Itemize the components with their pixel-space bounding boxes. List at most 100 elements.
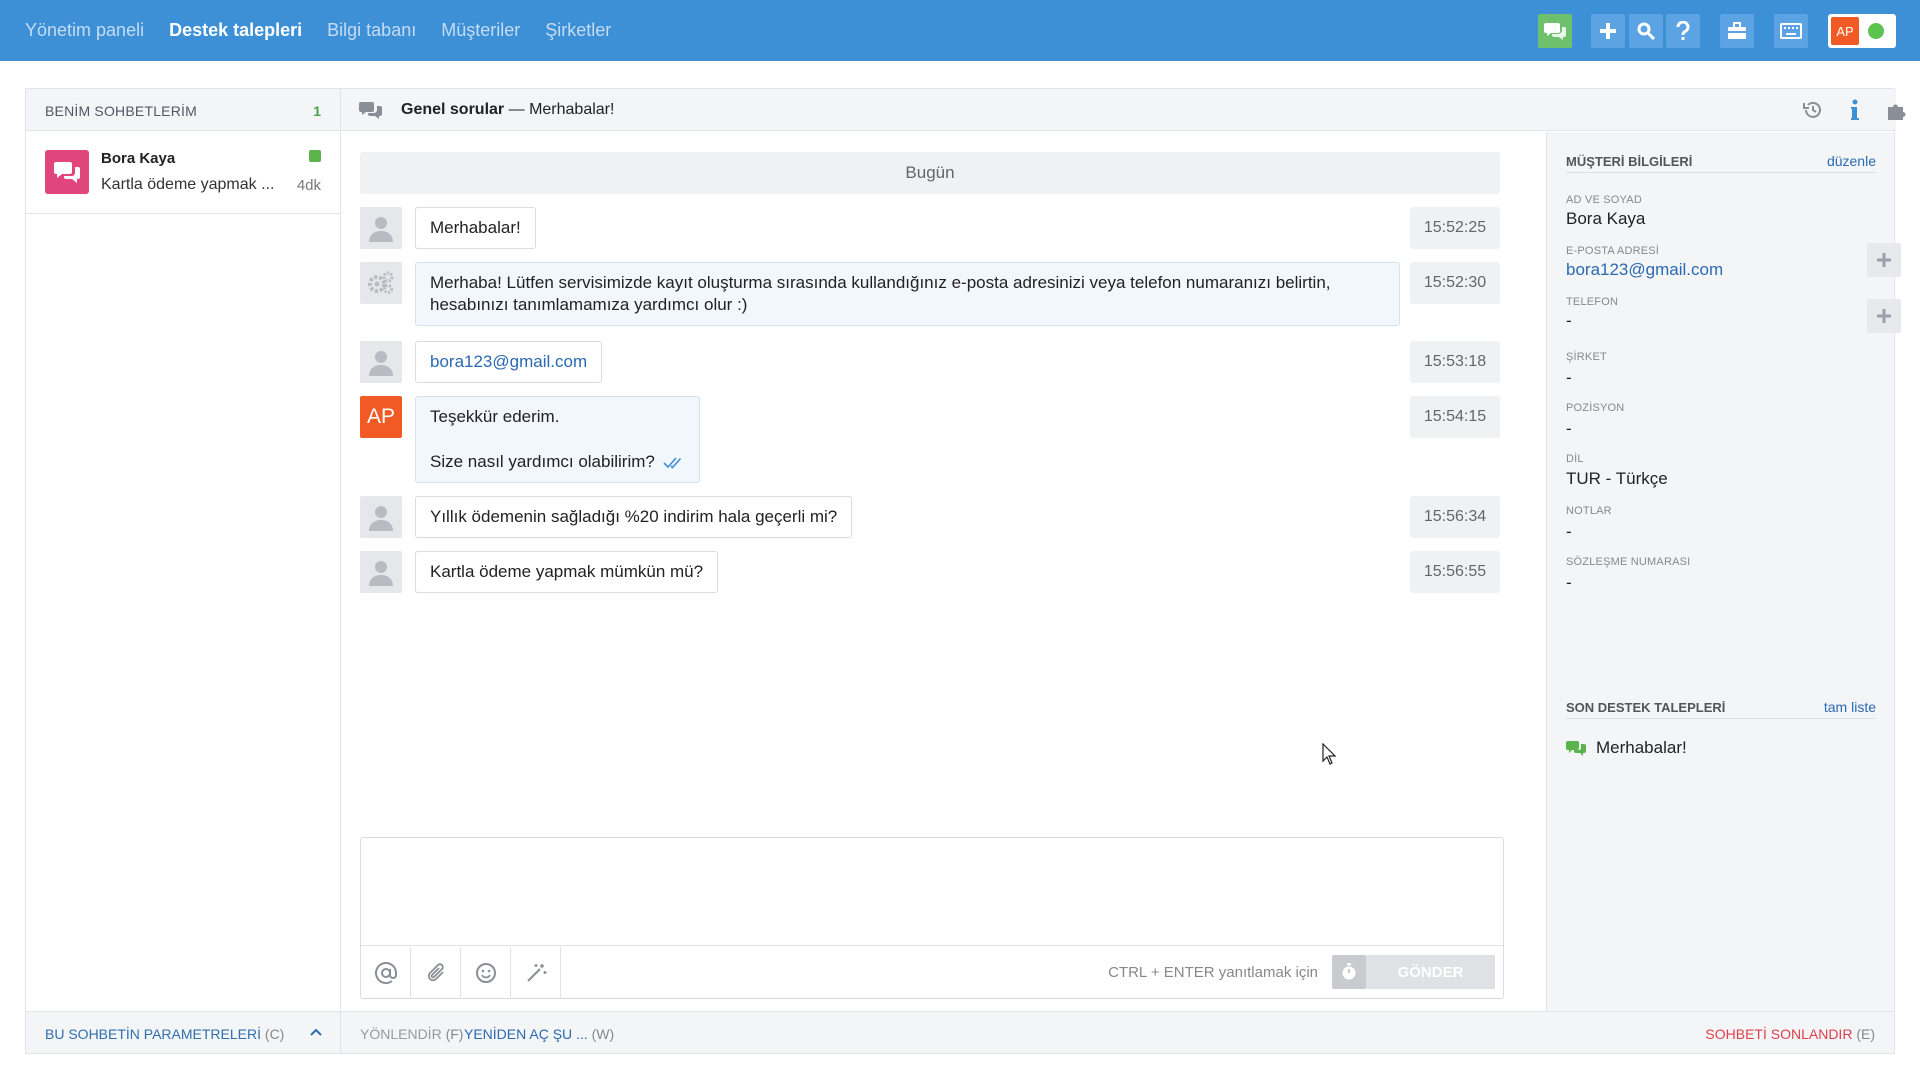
- history-button[interactable]: [1792, 89, 1834, 131]
- attach-button[interactable]: [411, 947, 461, 998]
- field-value-company: -: [1566, 368, 1572, 387]
- reply-composer: CTRL + ENTER yanıtlamak için GÖNDER: [360, 837, 1504, 999]
- emoji-button[interactable]: [461, 947, 511, 998]
- field-value-phone: -: [1566, 311, 1572, 330]
- read-check-icon: [663, 456, 681, 469]
- info-button[interactable]: [1834, 89, 1876, 131]
- field-value-contract: -: [1566, 573, 1572, 592]
- plus-icon: [1877, 309, 1891, 323]
- full-list-link[interactable]: tam liste: [1824, 699, 1876, 715]
- field-value-position: -: [1566, 419, 1572, 438]
- message-line-2: Size nasıl yardımcı olabilirim?: [430, 451, 685, 473]
- magic-wand-button[interactable]: [511, 947, 561, 998]
- customer-info-title: MÜŞTERİ BİLGİLERİ: [1566, 154, 1693, 169]
- plus-icon: [1877, 253, 1891, 267]
- message-time: 15:56:55: [1410, 551, 1500, 593]
- message-bubble: Kartla ödeme yapmak mümkün mü?: [415, 551, 719, 593]
- chevron-up-icon[interactable]: [310, 1027, 322, 1037]
- chat-online-badge: [309, 150, 321, 162]
- message-row: Yıllık ödemenin sağladığı %20 indirim ha…: [360, 496, 1500, 538]
- email-link[interactable]: bora123@gmail.com: [430, 352, 587, 371]
- message-time: 15:52:30: [1410, 262, 1500, 304]
- end-chat-button[interactable]: SOHBETİ SONLANDIR (E): [1705, 1026, 1875, 1042]
- briefcase-icon: [1728, 22, 1746, 39]
- customer-info-panel: MÜŞTERİ BİLGİLERİ düzenle AD VE SOYAD Bo…: [1546, 132, 1901, 1011]
- conversation-actions-bar: YÖNLENDİR (F) YENİDEN AÇ ŞU ... (W) SOHB…: [341, 1011, 1894, 1053]
- field-label-phone: TELEFON: [1566, 296, 1619, 308]
- message-time: 15:56:34: [1410, 496, 1500, 538]
- title-separator: —: [508, 101, 525, 118]
- customer-avatar: [360, 207, 402, 249]
- briefcase-button[interactable]: [1720, 14, 1754, 48]
- conversation-category: Genel sorular: [401, 101, 505, 118]
- send-shortcut-hint: CTRL + ENTER yanıtlamak için: [1108, 964, 1318, 981]
- message-line: Teşekkür ederim.: [430, 407, 560, 426]
- mouse-cursor-icon: [1322, 743, 1336, 765]
- field-label-company: ŞİRKET: [1566, 351, 1607, 363]
- chat-customer-name: Bora Kaya: [101, 150, 176, 167]
- keyboard-icon: [1780, 23, 1802, 39]
- my-chats-title: BENİM SOHBETLERİM: [45, 103, 197, 119]
- field-label-contract: SÖZLEŞME NUMARASI: [1566, 556, 1691, 568]
- reopen-label: YENİDEN AÇ ŞU ...: [464, 1026, 588, 1042]
- end-chat-shortcut: (E): [1856, 1026, 1875, 1042]
- keyboard-button[interactable]: [1774, 14, 1808, 48]
- chat-parameters-shortcut: (C): [264, 1026, 285, 1042]
- conversation-header: Genel sorular — Merhabalar!: [341, 89, 1906, 131]
- top-navbar: Yönetim paneli Destek talepleri Bilgi ta…: [0, 0, 1920, 61]
- mention-icon: [374, 961, 397, 984]
- stopwatch-icon: [1342, 963, 1356, 980]
- redirect-shortcut: (F): [445, 1026, 464, 1042]
- day-separator: Bugün: [360, 152, 1500, 194]
- customer-avatar: [360, 341, 402, 383]
- reply-textarea[interactable]: [361, 838, 1503, 946]
- field-label-email: E-POSTA ADRESİ: [1566, 245, 1660, 257]
- message-bubble: Merhabalar!: [415, 207, 536, 249]
- plus-icon: [1600, 23, 1616, 39]
- edit-customer-link[interactable]: düzenle: [1827, 153, 1876, 169]
- chat-parameters-label[interactable]: BU SOHBETİN PARAMETRELERİ (C): [45, 1026, 284, 1042]
- send-button[interactable]: GÖNDER: [1366, 955, 1495, 989]
- message-row: AP Teşekkür ederim. Size nasıl yardımcı …: [360, 396, 1500, 484]
- redirect-label: YÖNLENDİR: [360, 1026, 442, 1042]
- my-chats-panel: BENİM SOHBETLERİM 1 Bora Kaya Kartla öde…: [26, 89, 341, 1053]
- field-label-name: AD VE SOYAD: [1566, 194, 1642, 206]
- chat-list-item[interactable]: Bora Kaya Kartla ödeme yapmak ... 4dk: [26, 132, 340, 214]
- add-phone-button[interactable]: [1867, 299, 1901, 333]
- message-row: Kartla ödeme yapmak mümkün mü? 15:56:55: [360, 551, 1500, 593]
- customer-avatar: [360, 496, 402, 538]
- online-status-indicator[interactable]: [1868, 23, 1884, 39]
- search-button[interactable]: [1629, 14, 1663, 48]
- help-button[interactable]: [1666, 14, 1700, 48]
- message-bubble: Merhaba! Lütfen servisimizde kayıt oluşt…: [415, 262, 1400, 326]
- history-icon: [1803, 101, 1821, 118]
- message-line-text: Size nasıl yardımcı olabilirim?: [430, 452, 655, 471]
- field-value-name: Bora Kaya: [1566, 209, 1646, 228]
- operator-avatar: AP: [360, 396, 402, 438]
- add-email-button[interactable]: [1867, 243, 1901, 277]
- user-placeholder-icon: [369, 217, 393, 242]
- message-row: bora123@gmail.com 15:53:18: [360, 341, 1500, 383]
- field-value-email[interactable]: bora123@gmail.com: [1566, 260, 1723, 280]
- chat-parameters-bar[interactable]: BU SOHBETİN PARAMETRELERİ (C): [26, 1011, 340, 1053]
- conversation-title: Genel sorular — Merhabalar!: [401, 101, 614, 119]
- main-frame: BENİM SOHBETLERİM 1 Bora Kaya Kartla öde…: [25, 88, 1906, 1054]
- add-button[interactable]: [1591, 14, 1625, 48]
- emoji-icon: [475, 962, 496, 983]
- plugins-button[interactable]: [1876, 89, 1918, 131]
- chat-preview: Kartla ödeme yapmak ...: [101, 176, 275, 193]
- delayed-send-button[interactable]: [1332, 955, 1366, 989]
- puzzle-icon: [1888, 104, 1906, 120]
- message-time: 15:53:18: [1410, 341, 1500, 383]
- redirect-button[interactable]: YÖNLENDİR (F): [360, 1026, 463, 1042]
- chat-parameters-text: BU SOHBETİN PARAMETRELERİ: [45, 1026, 262, 1042]
- recent-ticket-item[interactable]: Merhabalar!: [1566, 738, 1687, 758]
- reopen-shortcut: (W): [591, 1026, 615, 1042]
- chat-icon: [1566, 741, 1586, 756]
- chat-icon: [1544, 23, 1566, 40]
- user-menu[interactable]: AP: [1828, 14, 1896, 48]
- reopen-button[interactable]: YENİDEN AÇ ŞU ... (W): [464, 1026, 614, 1042]
- user-placeholder-icon: [369, 561, 393, 586]
- mention-button[interactable]: [361, 947, 411, 998]
- chat-button[interactable]: [1538, 14, 1572, 48]
